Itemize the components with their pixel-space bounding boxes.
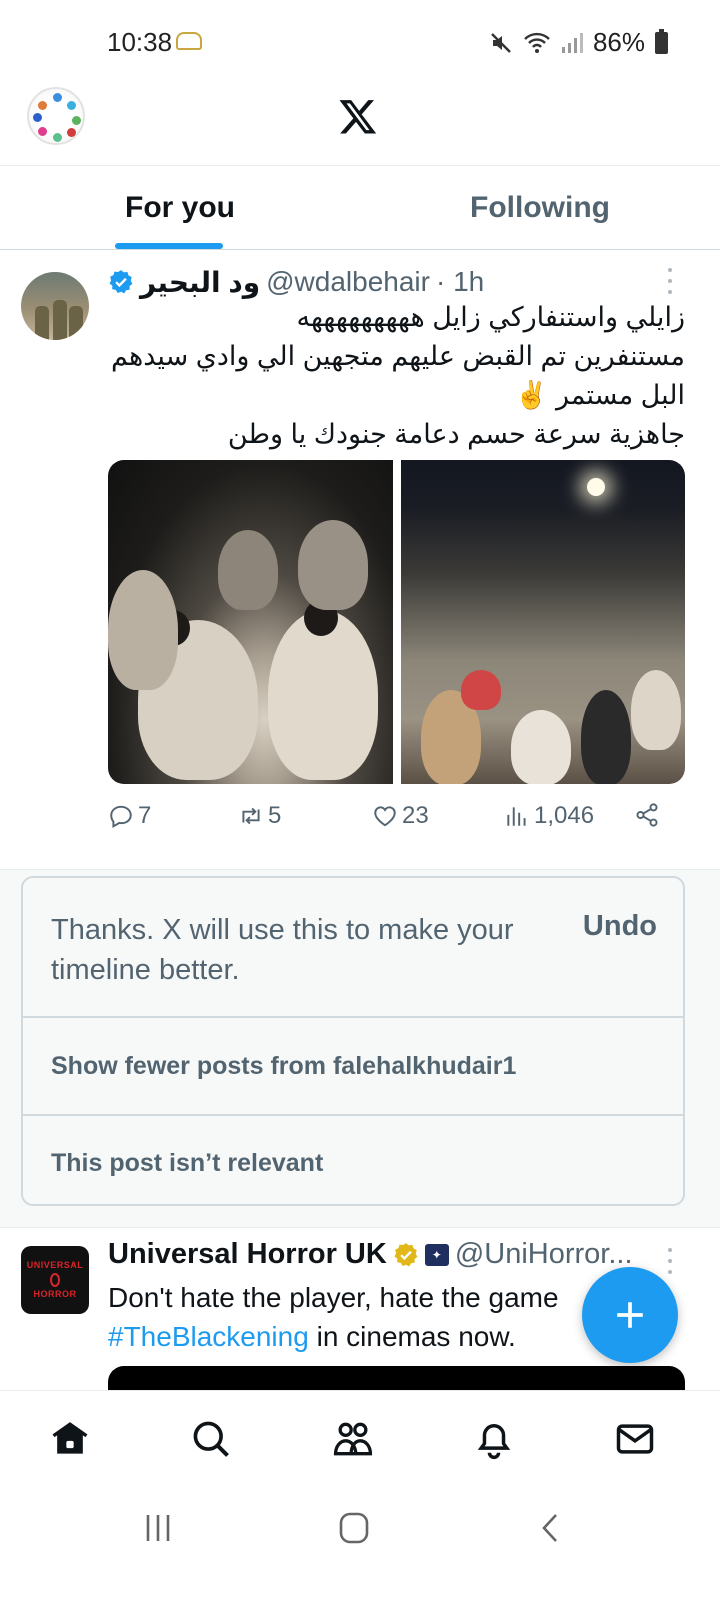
tweet-text-line: زايلي واستنفاركي زايل هههههههههه — [296, 302, 685, 332]
show-fewer-posts-option[interactable]: Show fewer posts from falehalkhudair1 — [23, 1018, 683, 1114]
recents-icon — [146, 1515, 170, 1541]
feedback-section: Thanks. X will use this to make your tim… — [0, 870, 720, 1228]
reply-icon — [110, 805, 132, 828]
tweet-author-name[interactable]: Universal Horror UK — [108, 1238, 387, 1271]
app-header — [0, 84, 720, 166]
tweet-more-options-icon[interactable] — [668, 268, 674, 294]
status-indicators: 86% — [489, 27, 668, 58]
tweet-photo[interactable] — [108, 460, 393, 784]
repost-button[interactable]: 5 — [238, 802, 281, 830]
verified-badge-icon — [109, 270, 133, 294]
tweet-media — [108, 460, 685, 784]
signal-icon — [561, 32, 583, 53]
compose-button[interactable] — [582, 1267, 678, 1363]
status-bar: 10:38 86% — [0, 0, 720, 84]
home-icon — [52, 1422, 88, 1454]
profile-avatar-button[interactable] — [27, 87, 85, 145]
system-nav-bar — [0, 1485, 720, 1600]
notification-icon — [176, 32, 202, 50]
back-button[interactable] — [532, 1511, 572, 1545]
tweet-author-handle[interactable]: @wdalbehair — [266, 266, 430, 298]
plus-icon — [617, 1302, 643, 1328]
search-icon — [193, 1421, 229, 1457]
heart-icon — [374, 806, 396, 827]
communities-icon — [333, 1422, 373, 1456]
timeline-tabs: For you Following — [0, 166, 720, 250]
share-button[interactable] — [634, 802, 660, 828]
like-count: 23 — [402, 802, 429, 829]
views-count: 1,046 — [534, 802, 595, 829]
hashtag-link[interactable]: #TheBlackening — [108, 1321, 309, 1352]
tweet-more-options-icon[interactable] — [668, 1248, 674, 1274]
recents-button[interactable] — [138, 1511, 178, 1545]
notifications-icon — [477, 1424, 511, 1460]
bottom-nav — [0, 1390, 720, 1485]
tweet-author-avatar[interactable] — [21, 272, 89, 340]
nav-messages[interactable] — [613, 1417, 657, 1461]
views-button[interactable]: 1,046 — [504, 802, 594, 830]
x-logo-icon — [339, 100, 377, 134]
avatar-logo-text: HORROR — [33, 1289, 77, 1299]
feedback-message: Thanks. X will use this to make your tim… — [51, 914, 514, 986]
tab-following-label: Following — [470, 190, 610, 224]
tweet-text-line: البل مستمر ✌️ — [514, 380, 685, 410]
tweet-text: زايلي واستنفاركي زايل هههههههههه مستنفري… — [110, 298, 685, 454]
tweet-text-line: in cinemas now. — [308, 1321, 516, 1352]
tweet-media[interactable] — [108, 1366, 685, 1390]
nav-search[interactable] — [189, 1417, 233, 1461]
repost-icon — [242, 807, 260, 825]
feedback-card: Thanks. X will use this to make your tim… — [21, 876, 685, 1206]
wifi-icon — [524, 32, 550, 53]
status-time: 10:38 — [107, 27, 173, 57]
tab-following[interactable]: Following — [360, 166, 720, 249]
nav-notifications[interactable] — [472, 1417, 516, 1461]
tab-for-you-label: For you — [125, 190, 235, 224]
undo-button[interactable]: Undo — [583, 910, 657, 943]
tweet-author-handle[interactable]: @UniHorror... — [455, 1238, 633, 1271]
avatar-logo-text: UNIVERSAL — [26, 1260, 84, 1270]
repost-count: 5 — [268, 802, 282, 829]
gold-verified-badge-icon — [394, 1242, 418, 1266]
nav-communities[interactable] — [331, 1417, 375, 1461]
tweet-text-line: جاهزية سرعة حسم دعامة جنودك يا وطن — [227, 419, 685, 449]
messages-icon — [616, 1424, 654, 1454]
tweet-text-line: مستنفرين تم القبض عليهم متجهين الي وادي … — [111, 341, 685, 371]
views-icon — [507, 807, 526, 826]
tweet-text-line: Don't hate the player, hate the game — [108, 1282, 559, 1313]
affiliate-badge-icon: ✦ — [424, 1243, 449, 1266]
tweet-header: Universal Horror UK ✦ @UniHorror... — [108, 1238, 633, 1271]
reply-count: 7 — [138, 802, 152, 829]
battery-percent: 86% — [592, 27, 645, 57]
active-tab-indicator — [115, 243, 223, 249]
reply-button[interactable]: 7 — [108, 802, 151, 830]
home-circle-icon — [339, 1512, 369, 1544]
post-not-relevant-option[interactable]: This post isn’t relevant — [23, 1114, 683, 1204]
tweet-header: ود البحير @wdalbehair · 1h — [108, 262, 484, 302]
home-system-button[interactable] — [334, 1511, 374, 1545]
tab-for-you[interactable]: For you — [0, 166, 360, 249]
nav-home[interactable] — [48, 1417, 92, 1461]
tweet-author-avatar[interactable]: UNIVERSAL HORROR — [21, 1246, 89, 1314]
battery-icon — [655, 28, 668, 54]
like-button[interactable]: 23 — [372, 802, 429, 830]
back-icon — [542, 1514, 557, 1542]
tweet[interactable]: ود البحير @wdalbehair · 1h زايلي واستنفا… — [0, 250, 720, 870]
tweet-text: Don't hate the player, hate the game #Th… — [108, 1278, 559, 1356]
share-icon — [636, 803, 658, 827]
tweet-actions: 7 5 23 1,046 — [108, 802, 668, 834]
tweet-author-name[interactable]: ود البحير — [140, 266, 260, 299]
tweet-timestamp: · 1h — [435, 266, 485, 297]
tweet-photo[interactable] — [400, 460, 685, 784]
mute-icon — [491, 32, 511, 53]
